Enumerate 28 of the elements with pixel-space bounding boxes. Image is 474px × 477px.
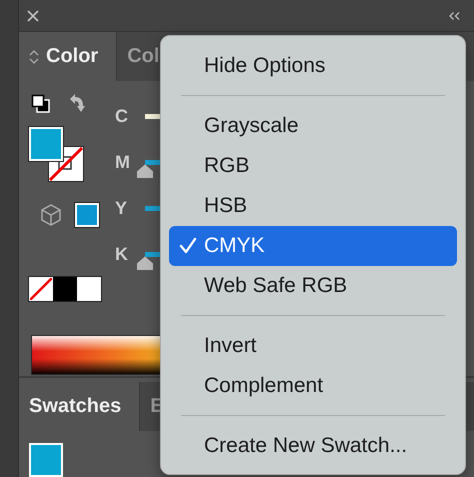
channel-label: Y: [115, 198, 128, 220]
menu-item[interactable]: CMYK: [169, 226, 457, 266]
menu-item[interactable]: Grayscale: [169, 106, 457, 146]
channel-label: K: [115, 244, 129, 266]
menu-item[interactable]: Invert: [169, 326, 457, 366]
checkmark-icon: [179, 237, 197, 255]
menu-item[interactable]: Web Safe RGB: [169, 266, 457, 306]
fill-stroke-drawing[interactable]: [29, 126, 85, 183]
cube-icon[interactable]: [41, 204, 61, 226]
default-colors-icon[interactable]: [31, 94, 51, 114]
menu-item[interactable]: RGB: [169, 146, 457, 186]
none-swatch[interactable]: [29, 276, 53, 301]
web-safe-color-swatch[interactable]: [75, 202, 99, 227]
menu-item[interactable]: Create New Swatch...: [169, 426, 457, 466]
collapse-icon[interactable]: [449, 12, 460, 20]
panel-tab[interactable]: Color: [19, 32, 116, 81]
panel-tab[interactable]: Swatches: [19, 382, 140, 432]
close-icon[interactable]: [27, 10, 39, 22]
color-swatch[interactable]: [77, 276, 101, 301]
fill-swatch[interactable]: [29, 443, 63, 477]
channel-label: C: [115, 106, 129, 128]
slider-thumb[interactable]: [137, 164, 153, 178]
slider-thumb[interactable]: [137, 256, 153, 270]
up-down-caret-icon[interactable]: [29, 48, 39, 65]
channel-label: M: [115, 152, 131, 174]
menu-item[interactable]: HSB: [169, 186, 457, 226]
color-swatch[interactable]: [53, 276, 77, 301]
menu-item[interactable]: Complement: [169, 366, 457, 406]
